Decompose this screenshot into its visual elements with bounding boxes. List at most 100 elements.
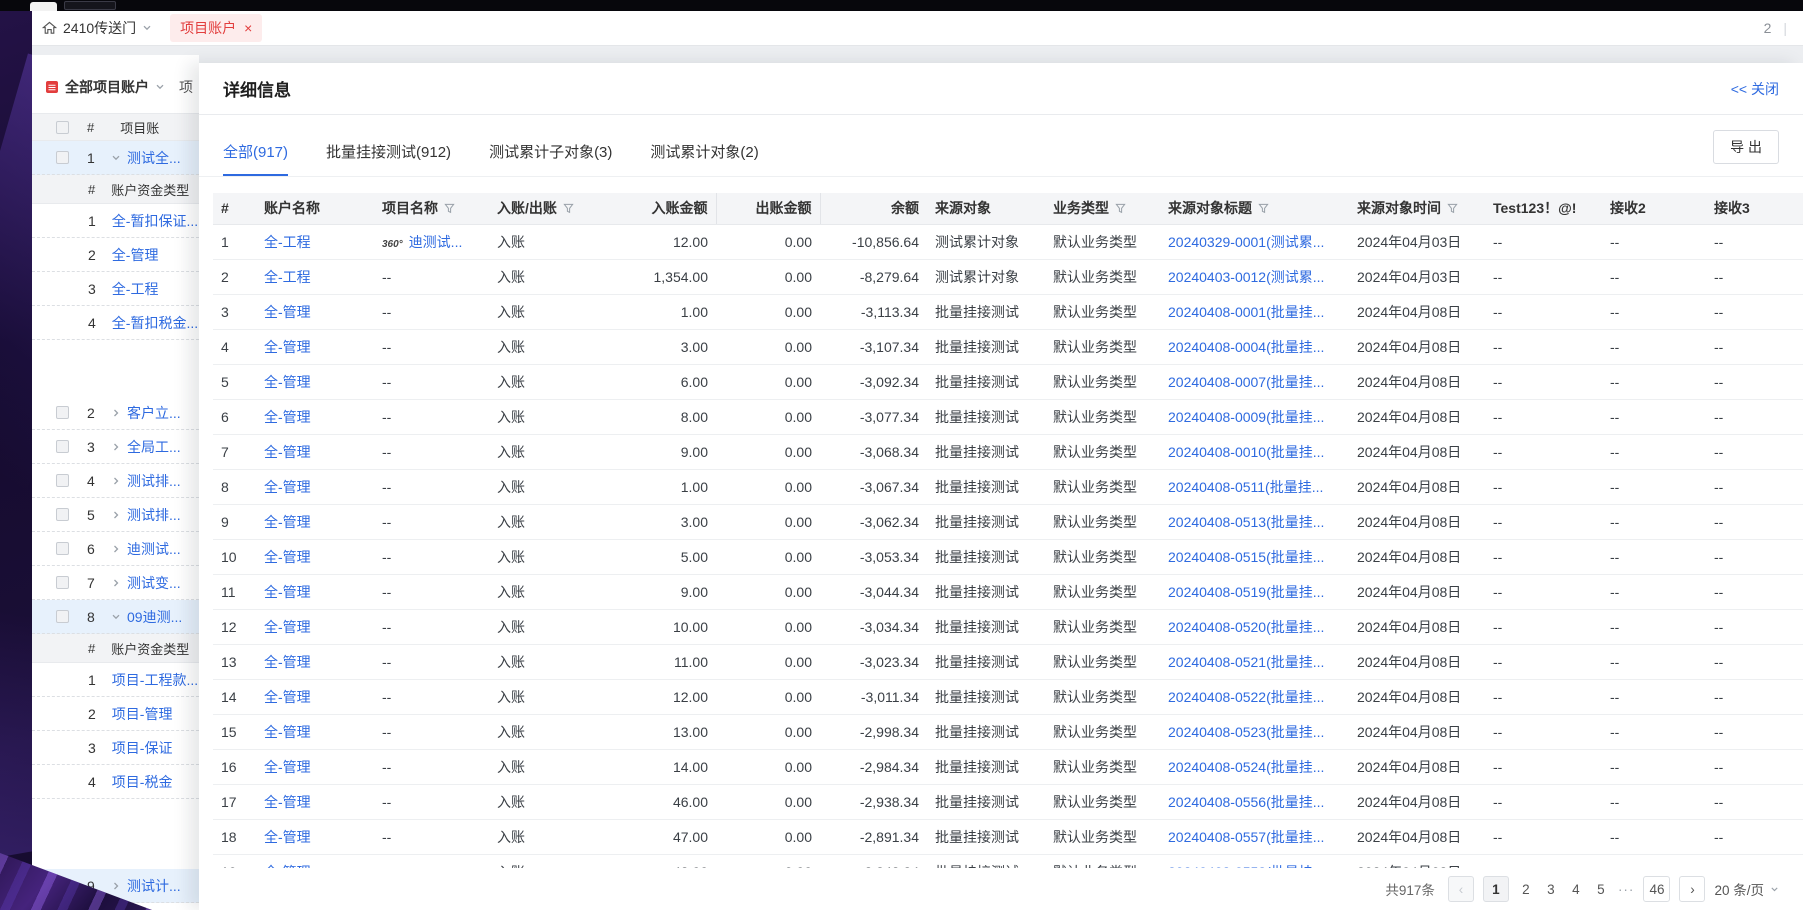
row-checkbox[interactable] — [56, 542, 69, 555]
table-row[interactable]: 4全-管理--入账3.000.00-3,107.34批量挂接测试默认业务类型20… — [213, 329, 1803, 364]
fund-type-link[interactable]: 全-工程 — [112, 279, 159, 299]
panel-tab[interactable]: 全部(917) — [223, 141, 288, 176]
col-header-account[interactable]: 账户名称 — [256, 193, 374, 224]
project-account-link[interactable]: 迪测试... — [127, 539, 181, 559]
360-view-icon[interactable]: 360° — [382, 239, 403, 250]
table-row[interactable]: 9全-管理--入账3.000.00-3,062.34批量挂接测试默认业务类型20… — [213, 504, 1803, 539]
project-account-link[interactable]: 测试全... — [127, 148, 181, 168]
table-row[interactable]: 5全-管理--入账6.000.00-3,092.34批量挂接测试默认业务类型20… — [213, 364, 1803, 399]
page-button-5[interactable]: 5 — [1593, 882, 1609, 897]
filter-icon[interactable] — [563, 201, 574, 217]
tab-count[interactable]: 2 — [1764, 20, 1772, 36]
sidebar-account-row[interactable]: 1测试全... — [32, 141, 199, 175]
table-row[interactable]: 15全-管理--入账13.000.00-2,998.34批量挂接测试默认业务类型… — [213, 714, 1803, 749]
sidebar-account-row[interactable]: 7测试变... — [32, 566, 199, 600]
col-header-balance[interactable]: 余额 — [820, 193, 927, 224]
account-link[interactable]: 全-管理 — [264, 829, 311, 845]
filter-icon[interactable] — [1115, 201, 1126, 217]
fund-type-link[interactable]: 全-暂扣保证... — [112, 211, 198, 231]
account-link[interactable]: 全-管理 — [264, 514, 311, 530]
fund-type-row[interactable]: 3全-工程 — [32, 272, 199, 306]
chevron-right-icon[interactable] — [111, 408, 123, 418]
table-row[interactable]: 19全-管理--入账48.000.00-2,843.34批量挂接测试默认业务类型… — [213, 854, 1803, 868]
row-checkbox[interactable] — [56, 151, 69, 164]
table-row[interactable]: 13全-管理--入账11.000.00-3,023.34批量挂接测试默认业务类型… — [213, 644, 1803, 679]
source_title-link[interactable]: 20240408-0513(批量挂... — [1168, 514, 1324, 530]
source_title-link[interactable]: 20240403-0012(测试累... — [1168, 269, 1324, 285]
source_title-link[interactable]: 20240408-0010(批量挂... — [1168, 444, 1324, 460]
source_title-link[interactable]: 20240408-0520(批量挂... — [1168, 619, 1324, 635]
prev-page-button[interactable]: ‹ — [1448, 876, 1474, 902]
sidebar-account-row[interactable]: 5测试排... — [32, 498, 199, 532]
fund-type-link[interactable]: 项目-保证 — [112, 738, 173, 758]
source_title-link[interactable]: 20240408-0001(批量挂... — [1168, 304, 1324, 320]
account-link[interactable]: 全-管理 — [264, 794, 311, 810]
table-row[interactable]: 12全-管理--入账10.000.00-3,034.34批量挂接测试默认业务类型… — [213, 609, 1803, 644]
chevron-down-icon[interactable] — [142, 23, 152, 33]
row-checkbox[interactable] — [56, 440, 69, 453]
project-account-link[interactable]: 09迪测... — [127, 607, 182, 627]
account-link[interactable]: 全-管理 — [264, 759, 311, 775]
sidebar-account-row[interactable]: 6迪测试... — [32, 532, 199, 566]
account-link[interactable]: 全-管理 — [264, 724, 311, 740]
col-header-source_date[interactable]: 来源对象时间 — [1349, 193, 1485, 224]
account-link[interactable]: 全-管理 — [264, 584, 311, 600]
sidebar-account-row[interactable]: 4测试排... — [32, 464, 199, 498]
account-link[interactable]: 全-管理 — [264, 444, 311, 460]
fund-type-link[interactable]: 项目-税金 — [112, 772, 173, 792]
source_title-link[interactable]: 20240408-0515(批量挂... — [1168, 549, 1324, 565]
fund-type-row[interactable]: 4项目-税金 — [32, 765, 199, 799]
sidebar-account-row[interactable]: 809迪测... — [32, 600, 199, 634]
fund-type-row[interactable]: 4全-暂扣税金... — [32, 306, 199, 340]
collapse-panel-button[interactable]: << 关闭 — [1731, 79, 1779, 99]
fund-type-link[interactable]: 项目-管理 — [112, 704, 173, 724]
table-row[interactable]: 6全-管理--入账8.000.00-3,077.34批量挂接测试默认业务类型20… — [213, 399, 1803, 434]
table-row[interactable]: 3全-管理--入账1.000.00-3,113.34批量挂接测试默认业务类型20… — [213, 294, 1803, 329]
project-account-link[interactable]: 全局工... — [127, 437, 181, 457]
table-row[interactable]: 17全-管理--入账46.000.00-2,938.34批量挂接测试默认业务类型… — [213, 784, 1803, 819]
fund-type-row[interactable]: 2项目-管理 — [32, 697, 199, 731]
page-ellipsis[interactable]: ··· — [1618, 882, 1635, 897]
row-checkbox[interactable] — [56, 610, 69, 623]
project-account-link[interactable]: 测试排... — [127, 505, 181, 525]
col-header-recv3[interactable]: 接收3 — [1706, 193, 1803, 224]
last-page-button[interactable]: 46 — [1643, 876, 1670, 902]
col-header-recv2[interactable]: 接收2 — [1602, 193, 1706, 224]
page-button-4[interactable]: 4 — [1568, 882, 1584, 897]
page-button-3[interactable]: 3 — [1543, 882, 1559, 897]
page-size-select[interactable]: 20 条/页 — [1714, 879, 1779, 899]
account-link[interactable]: 全-管理 — [264, 409, 311, 425]
table-row[interactable]: 10全-管理--入账5.000.00-3,053.34批量挂接测试默认业务类型2… — [213, 539, 1803, 574]
col-header-amount_out[interactable]: 出账金额 — [716, 193, 820, 224]
fund-type-row[interactable]: 1全-暂扣保证... — [32, 204, 199, 238]
account-link[interactable]: 全-管理 — [264, 689, 311, 705]
project-account-link[interactable]: 测试排... — [127, 471, 181, 491]
row-checkbox[interactable] — [56, 474, 69, 487]
source_title-link[interactable]: 20240408-0007(批量挂... — [1168, 374, 1324, 390]
chevron-down-icon[interactable] — [111, 612, 123, 622]
filter-icon[interactable] — [1447, 201, 1458, 217]
chevron-down-icon[interactable] — [111, 153, 123, 163]
chevron-right-icon[interactable] — [111, 442, 123, 452]
next-page-button[interactable]: › — [1679, 876, 1705, 902]
page-button-1[interactable]: 1 — [1483, 876, 1509, 902]
project-link[interactable]: 迪测试... — [409, 234, 463, 250]
row-checkbox[interactable] — [56, 576, 69, 589]
source_title-link[interactable]: 20240408-0523(批量挂... — [1168, 724, 1324, 740]
row-checkbox[interactable] — [56, 406, 69, 419]
source_title-link[interactable]: 20240408-0522(批量挂... — [1168, 689, 1324, 705]
account-link[interactable]: 全-管理 — [264, 339, 311, 355]
col-header-dir[interactable]: 入账/出账 — [489, 193, 604, 224]
panel-tab[interactable]: 测试累计子对象(3) — [489, 141, 612, 176]
fund-type-row[interactable]: 1项目-工程款... — [32, 663, 199, 697]
account-link[interactable]: 全-管理 — [264, 654, 311, 670]
source_title-link[interactable]: 20240408-0519(批量挂... — [1168, 584, 1324, 600]
chevron-down-icon[interactable] — [155, 82, 165, 92]
breadcrumb-home[interactable]: 2410传送门 — [42, 18, 152, 38]
chevron-right-icon[interactable] — [111, 578, 123, 588]
account-link[interactable]: 全-管理 — [264, 479, 311, 495]
panel-tab[interactable]: 测试累计对象(2) — [650, 141, 758, 176]
table-row[interactable]: 8全-管理--入账1.000.00-3,067.34批量挂接测试默认业务类型20… — [213, 469, 1803, 504]
fund-type-link[interactable]: 全-暂扣税金... — [112, 313, 198, 333]
page-button-2[interactable]: 2 — [1518, 882, 1534, 897]
